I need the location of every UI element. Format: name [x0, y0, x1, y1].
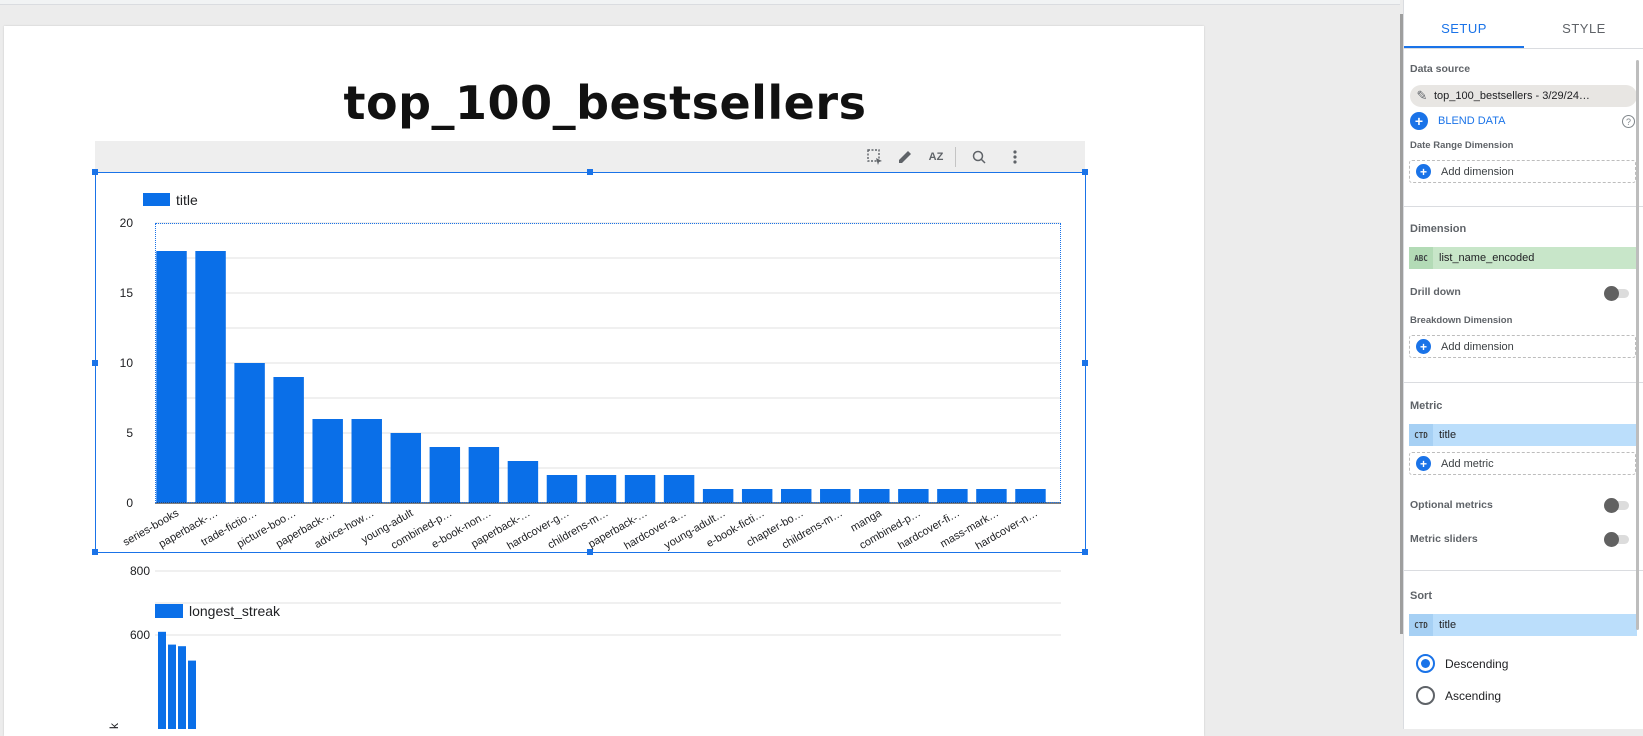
panel-tabs: SETUP STYLE [1404, 12, 1643, 48]
add-dimension-label: Add dimension [1441, 340, 1514, 353]
data-source-chip[interactable]: ✎ top_100_bestsellers - 3/29/24… [1410, 85, 1637, 107]
add-circle-icon: + [1416, 339, 1431, 354]
add-dimension-label: Add dimension [1441, 165, 1514, 178]
bar [158, 631, 166, 729]
add-date-range-dimension[interactable]: + Add dimension [1409, 160, 1636, 183]
properties-panel: SETUP STYLE Data source ✎ top_100_bestse… [1403, 0, 1643, 729]
add-circle-icon: + [1416, 456, 1431, 471]
sort-field[interactable]: CTD title [1409, 614, 1637, 636]
legend-label: longest_streak [189, 603, 281, 619]
tab-setup[interactable]: SETUP [1404, 12, 1524, 48]
metric-sliders-toggle[interactable] [1604, 532, 1630, 547]
bar-chart-longest-streak[interactable]: longest_streak 600 800 k [0, 0, 1100, 729]
add-metric[interactable]: + Add metric [1409, 452, 1636, 475]
tabs-divider [1404, 48, 1643, 49]
sort-descending-option[interactable]: Descending [1416, 654, 1508, 673]
add-circle-icon: + [1410, 112, 1428, 130]
section-divider [1404, 382, 1643, 383]
legend-swatch [155, 604, 183, 618]
blend-data-label: BLEND DATA [1438, 115, 1506, 127]
bar [178, 646, 186, 729]
descending-label: Descending [1445, 656, 1509, 671]
y-axis-label: k [107, 722, 121, 729]
radio-selected-icon[interactable] [1416, 654, 1435, 673]
date-range-label: Date Range Dimension [1410, 140, 1514, 151]
sort-value: title [1439, 619, 1457, 631]
edit-icon[interactable]: ✎ [1410, 88, 1434, 104]
y-tick-label: 600 [130, 628, 150, 642]
section-divider [1404, 206, 1643, 207]
section-divider [1404, 570, 1643, 571]
metric-value: title [1439, 429, 1457, 441]
radio-unselected-icon[interactable] [1416, 686, 1435, 705]
bar [168, 644, 176, 729]
sort-label: Sort [1410, 590, 1432, 602]
tab-style[interactable]: STYLE [1524, 12, 1643, 48]
drill-down-label: Drill down [1410, 286, 1461, 298]
optional-metrics-toggle[interactable] [1604, 498, 1630, 513]
breakdown-dimension-label: Breakdown Dimension [1410, 315, 1513, 326]
ascending-label: Ascending [1445, 688, 1502, 703]
report-canvas: top_100_bestsellers AZ title 0 5 10 15 20 seri… [0, 0, 1400, 736]
count-distinct-icon: CTD [1409, 614, 1433, 636]
text-type-icon: ABC [1409, 247, 1433, 269]
add-metric-label: Add metric [1441, 457, 1494, 470]
drill-down-toggle[interactable] [1604, 286, 1630, 301]
bar [188, 660, 196, 729]
panel-scrollbar[interactable] [1636, 60, 1639, 630]
metric-sliders-label: Metric sliders [1410, 533, 1478, 545]
metric-label: Metric [1410, 400, 1443, 412]
add-breakdown-dimension[interactable]: + Add dimension [1409, 335, 1636, 358]
metric-field[interactable]: CTD title [1409, 424, 1637, 446]
data-source-label: Data source [1410, 63, 1471, 75]
y-tick-label: 800 [130, 564, 150, 578]
dimension-value: list_name_encoded [1439, 252, 1535, 264]
count-distinct-icon: CTD [1409, 424, 1433, 446]
optional-metrics-label: Optional metrics [1410, 499, 1493, 511]
blend-data-button[interactable]: + BLEND DATA [1410, 112, 1505, 130]
add-circle-icon: + [1416, 164, 1431, 179]
dimension-field[interactable]: ABC list_name_encoded [1409, 247, 1637, 269]
sort-ascending-option[interactable]: Ascending [1416, 686, 1501, 705]
data-source-value: top_100_bestsellers - 3/29/24… [1434, 90, 1590, 102]
dimension-label: Dimension [1410, 223, 1467, 235]
help-icon[interactable]: ? [1622, 115, 1635, 128]
